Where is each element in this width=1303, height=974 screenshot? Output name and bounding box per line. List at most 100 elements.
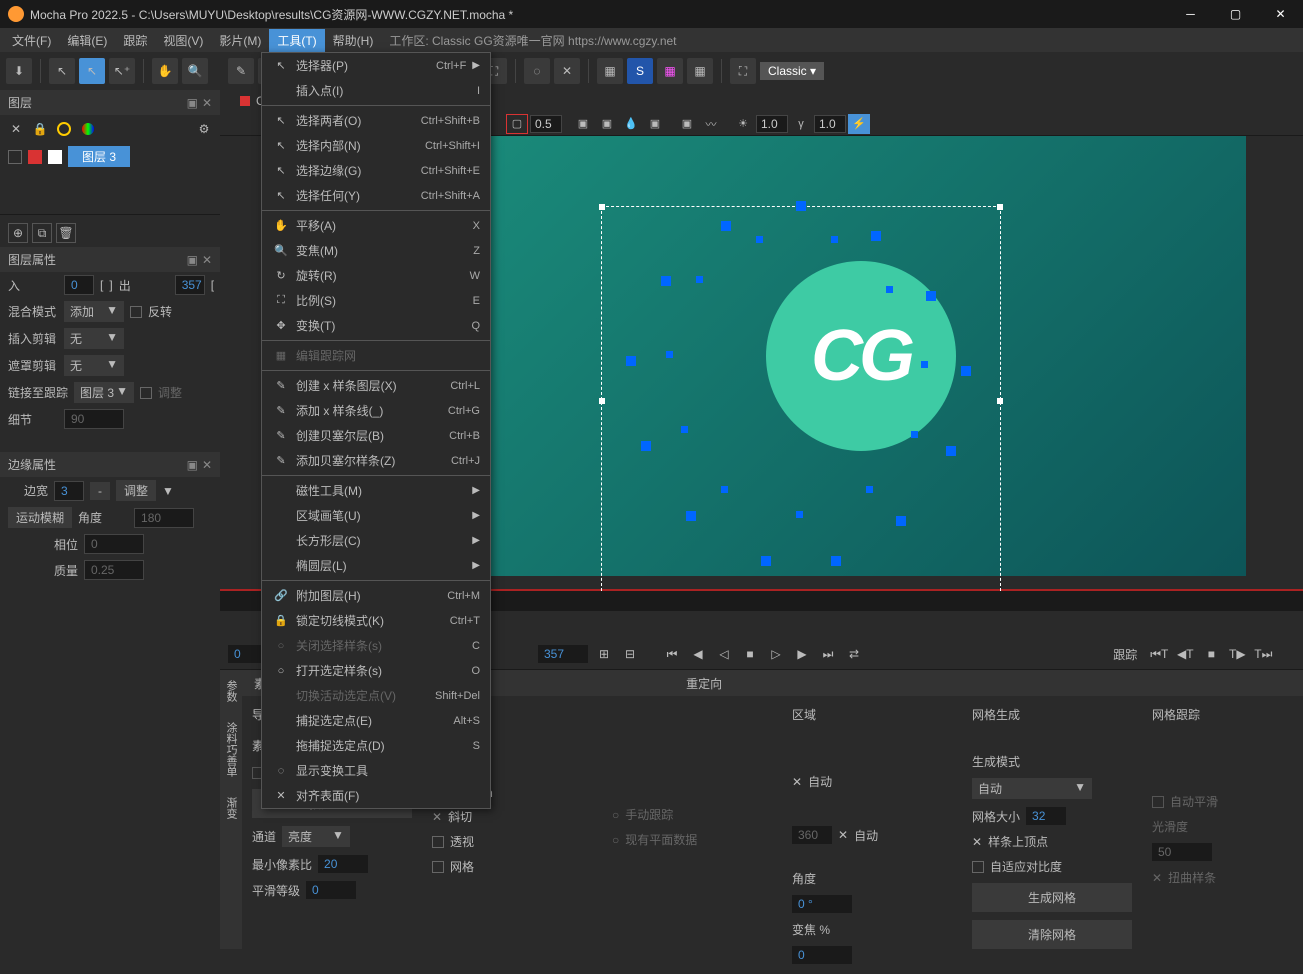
layer-lock-icon[interactable]: 🔒 [32,121,48,137]
vt-opacity1[interactable]: 0.5 [530,115,562,133]
track-fwd-icon[interactable]: T▶ [1227,644,1247,664]
zoom-out-icon[interactable]: ⊟ [620,644,640,664]
menu-file[interactable]: 文件(F) [4,29,59,52]
htab-reorient[interactable]: 重定向 [674,671,734,696]
vt-a-icon[interactable]: ▣ [676,114,698,134]
context-menu-item[interactable]: ✎创建 x 样条图层(X)Ctrl+L [262,373,490,398]
maximize-button[interactable]: ▢ [1213,0,1258,28]
edge-close-icon[interactable]: ✕ [202,458,212,472]
context-menu-item[interactable]: ↖选择内部(N)Ctrl+Shift+I [262,133,490,158]
props-collapse-icon[interactable]: ▣ [187,253,198,267]
spline-point[interactable] [886,286,893,293]
spline-point[interactable] [641,441,651,451]
gen-mode-dropdown[interactable]: 自动▼ [972,778,1092,799]
spline-point[interactable] [721,221,731,231]
vt-proxy-icon[interactable]: ⚡ [848,114,870,134]
zoom-tool[interactable]: 🔍 [182,58,208,84]
pointer-tool[interactable]: ↖ [49,58,75,84]
gen-grid-button[interactable]: 生成网格 [972,883,1132,912]
add-layer-icon[interactable]: ⊕ [8,223,28,243]
quality-value[interactable]: 0.25 [84,560,144,580]
goto-end-icon[interactable]: ⏭ [818,644,838,664]
context-menu-item[interactable]: ↖选择边缘(G)Ctrl+Shift+E [262,158,490,183]
invert-checkbox[interactable] [130,306,142,318]
vt-view1-icon[interactable]: ▣ [572,114,594,134]
step-back-icon[interactable]: ◁ [714,644,734,664]
grid-size-value[interactable]: 32 [1026,807,1066,825]
context-menu-item[interactable]: ↖选择器(P)Ctrl+F▶ [262,53,490,78]
tools-context-menu[interactable]: ↖选择器(P)Ctrl+F▶插入点(I)I ↖选择两者(O)Ctrl+Shift+… [261,52,491,809]
step-fwd-icon[interactable]: ▷ [766,644,786,664]
trace-icon[interactable]: ▦ [687,58,713,84]
context-menu-item[interactable]: ⛶比例(S)E [262,288,490,313]
context-menu-item[interactable]: 磁性工具(M)▶ [262,478,490,503]
spline-point[interactable] [926,291,936,301]
minimize-button[interactable]: ─ [1168,0,1213,28]
spline-point[interactable] [831,236,838,243]
frame-current[interactable]: 357 [538,645,588,663]
select-tool[interactable]: ↖ [79,58,105,84]
context-menu-item[interactable]: 🔍变焦(M)Z [262,238,490,263]
layer-gear-icon[interactable]: ⚙ [196,121,212,137]
context-menu-item[interactable]: ○打开选定样条(s)O [262,658,490,683]
link-track-dropdown[interactable]: 图层 3▼ [74,382,134,403]
context-menu-item[interactable]: ↻旋转(R)W [262,263,490,288]
context-menu-item[interactable]: ✎添加贝塞尔样条(Z)Ctrl+J [262,448,490,473]
play-back-icon[interactable]: ◀ [688,644,708,664]
add-point-tool[interactable]: ↖⁺ [109,58,135,84]
layer-spline-color[interactable] [28,150,42,164]
context-menu-item[interactable]: 🔗附加图层(H)Ctrl+M [262,583,490,608]
vt-gamma[interactable]: 1.0 [814,115,846,133]
layers-collapse-icon[interactable]: ▣ [187,96,198,110]
loop-icon[interactable]: ⇄ [844,644,864,664]
menu-movie[interactable]: 影片(M) [211,29,269,52]
context-menu-item[interactable]: ✥变换(T)Q [262,313,490,338]
edge-adjust[interactable]: 调整 [116,480,156,501]
goto-start-icon[interactable]: ⏮ [662,644,682,664]
track-fwd-all-icon[interactable]: T⏭ [1253,644,1273,664]
in-value[interactable]: 0 [64,275,94,295]
spline-point[interactable] [896,516,906,526]
vtab-dope[interactable]: 涂料巧善单 [220,712,242,787]
menu-tool[interactable]: 工具(T) [269,29,324,52]
spline-point[interactable] [696,276,703,283]
track-back-icon[interactable]: ◀T [1175,644,1195,664]
context-menu-item[interactable]: ✎添加 x 样条线(_)Ctrl+G [262,398,490,423]
spline-point[interactable] [686,511,696,521]
context-menu-item[interactable]: 🔒锁定切线模式(K)Ctrl+T [262,608,490,633]
context-menu-item[interactable]: ↖选择两者(O)Ctrl+Shift+B [262,108,490,133]
edge-collapse-icon[interactable]: ▣ [187,458,198,472]
layer-name-label[interactable]: 图层 3 [68,146,130,167]
min-pix-value[interactable]: 20 [318,855,368,873]
angle2-value[interactable]: 0 ° [792,895,852,913]
vt-gamma-icon[interactable]: γ [790,114,812,134]
delete-layer-icon[interactable]: 🗑 [56,223,76,243]
motion-blur-btn[interactable]: 运动模糊 [8,507,72,528]
matte-clip-dropdown[interactable]: 无▼ [64,355,124,376]
blend-mode-dropdown[interactable]: 添加▼ [64,301,124,322]
mesh-checkbox[interactable] [432,861,444,873]
track-back-all-icon[interactable]: ⏮T [1149,644,1169,664]
align-surface[interactable]: ✕ [554,58,580,84]
menu-help[interactable]: 帮助(H) [325,29,382,52]
grid2-icon[interactable]: ▦ [657,58,683,84]
edge-minus[interactable]: - [90,482,110,500]
menu-track[interactable]: 跟踪 [115,29,155,52]
layers-close-icon[interactable]: ✕ [202,96,212,110]
channel-dropdown[interactable]: 亮度▼ [282,826,350,847]
stop-icon[interactable]: ■ [740,644,760,664]
vt-bright-icon[interactable]: ☀ [732,114,754,134]
props-close-icon[interactable]: ✕ [202,253,212,267]
vtab-curve[interactable]: 渐变 [220,787,242,829]
spline-point[interactable] [661,276,671,286]
context-menu-item[interactable]: ✎创建贝塞尔层(B)Ctrl+B [262,423,490,448]
context-menu-item[interactable]: 椭圆层(L)▶ [262,553,490,578]
context-menu-item[interactable]: 区域画笔(U)▶ [262,503,490,528]
save-icon[interactable]: ⬇ [6,58,32,84]
layer-row[interactable]: 图层 3 [0,143,220,170]
context-menu-item[interactable]: 长方形层(C)▶ [262,528,490,553]
spline-point[interactable] [946,446,956,456]
smooth-value[interactable]: 0 [306,881,356,899]
context-menu-item[interactable]: 插入点(I)I [262,78,490,103]
spline-point[interactable] [626,356,636,366]
